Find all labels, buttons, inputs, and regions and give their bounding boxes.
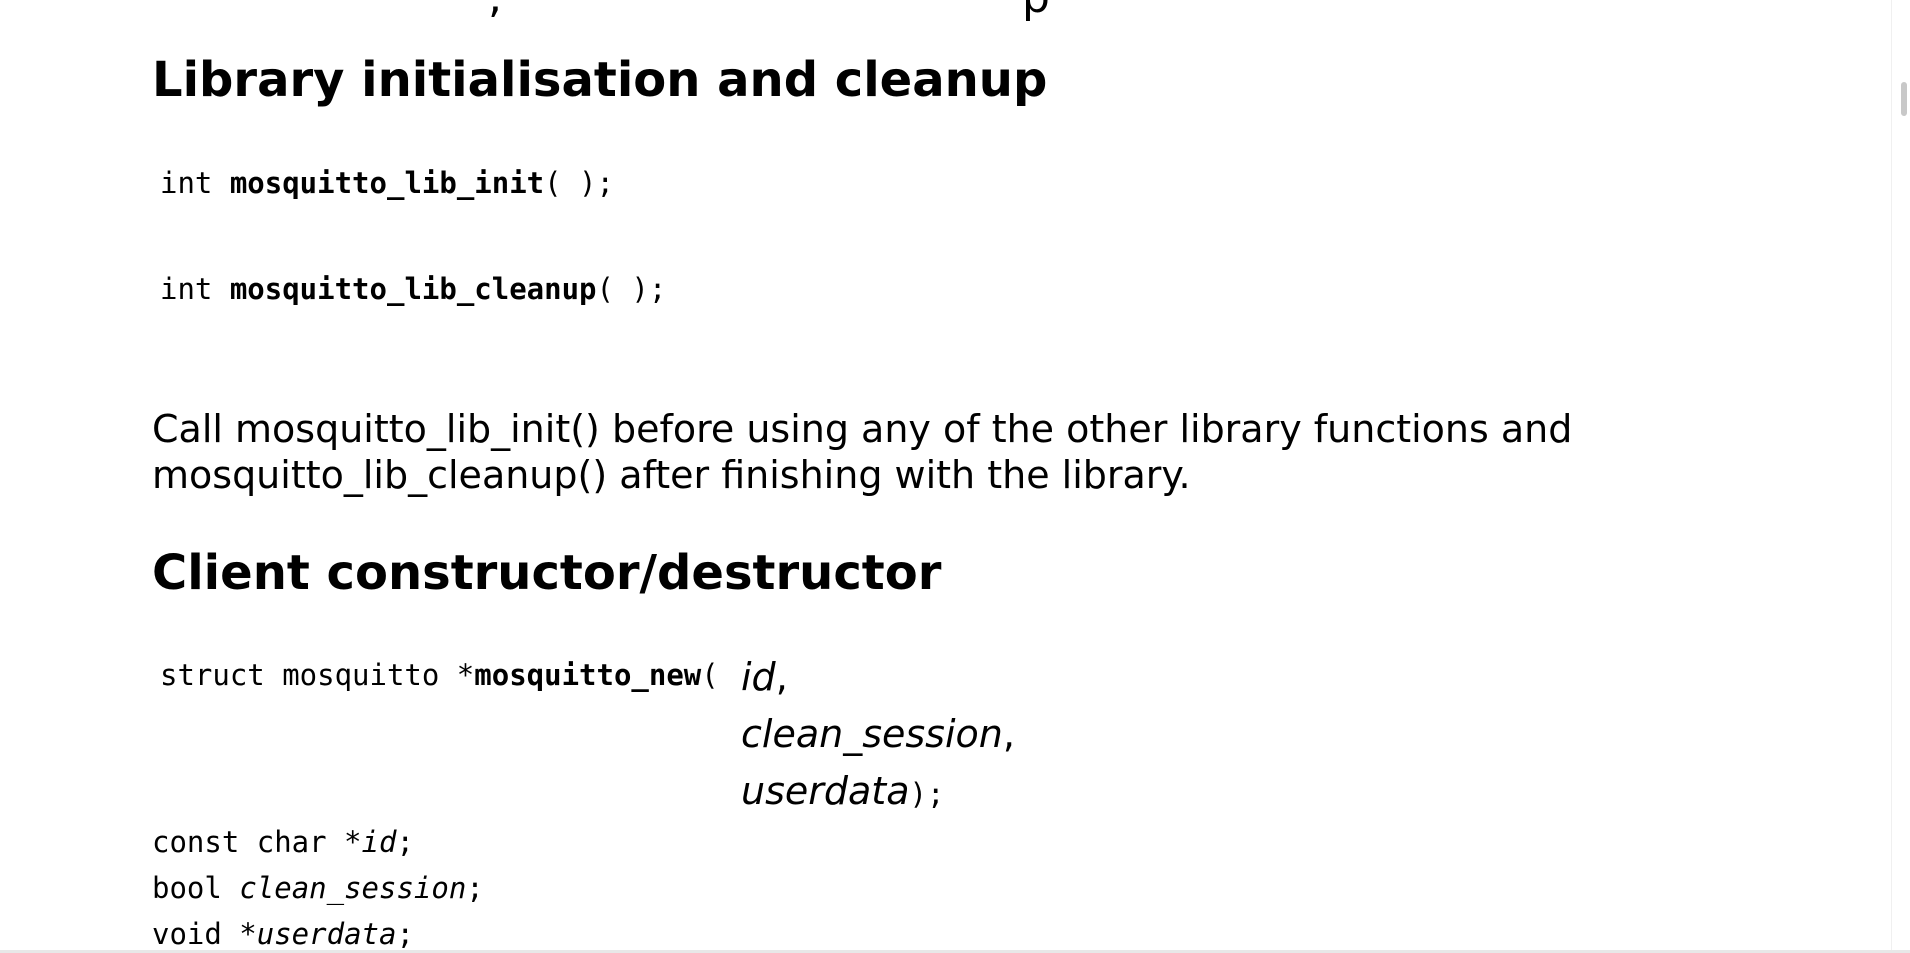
signature-mosquitto-lib-cleanup: int mosquitto_lib_cleanup( ); [160, 272, 667, 306]
function-name-mosquitto-new: mosquitto_new [474, 658, 702, 692]
param-list-mosquitto-new: id, clean_session, userdata); [741, 655, 1015, 813]
signature-mosquitto-new: struct mosquitto *mosquitto_new( [160, 658, 719, 692]
param-id: id [741, 655, 776, 699]
heading-library-init-cleanup: Library initialisation and cleanup [152, 52, 1048, 108]
decl-clean-session: bool clean_session; [152, 871, 484, 905]
param-clean-session: clean_session [741, 712, 1003, 756]
function-name-lib-cleanup: mosquitto_lib_cleanup [229, 272, 597, 306]
vertical-scrollbar[interactable] [1891, 0, 1910, 953]
heading-client-constructor-destructor: Client constructor/destructor [152, 545, 942, 601]
decl-id: const char *id; [152, 825, 414, 859]
lib-init-description: Call mosquitto_lib_init() before using a… [152, 407, 1573, 497]
decl-userdata: void *userdata; [152, 917, 414, 951]
previous-paragraph-fragment: ,p [152, 0, 1050, 23]
param-userdata: userdata [741, 769, 910, 813]
function-name-lib-init: mosquitto_lib_init [229, 166, 545, 200]
scrollbar-track[interactable] [1891, 0, 1910, 953]
scrollbar-thumb[interactable] [1901, 82, 1907, 116]
signature-mosquitto-lib-init: int mosquitto_lib_init( ); [160, 166, 614, 200]
